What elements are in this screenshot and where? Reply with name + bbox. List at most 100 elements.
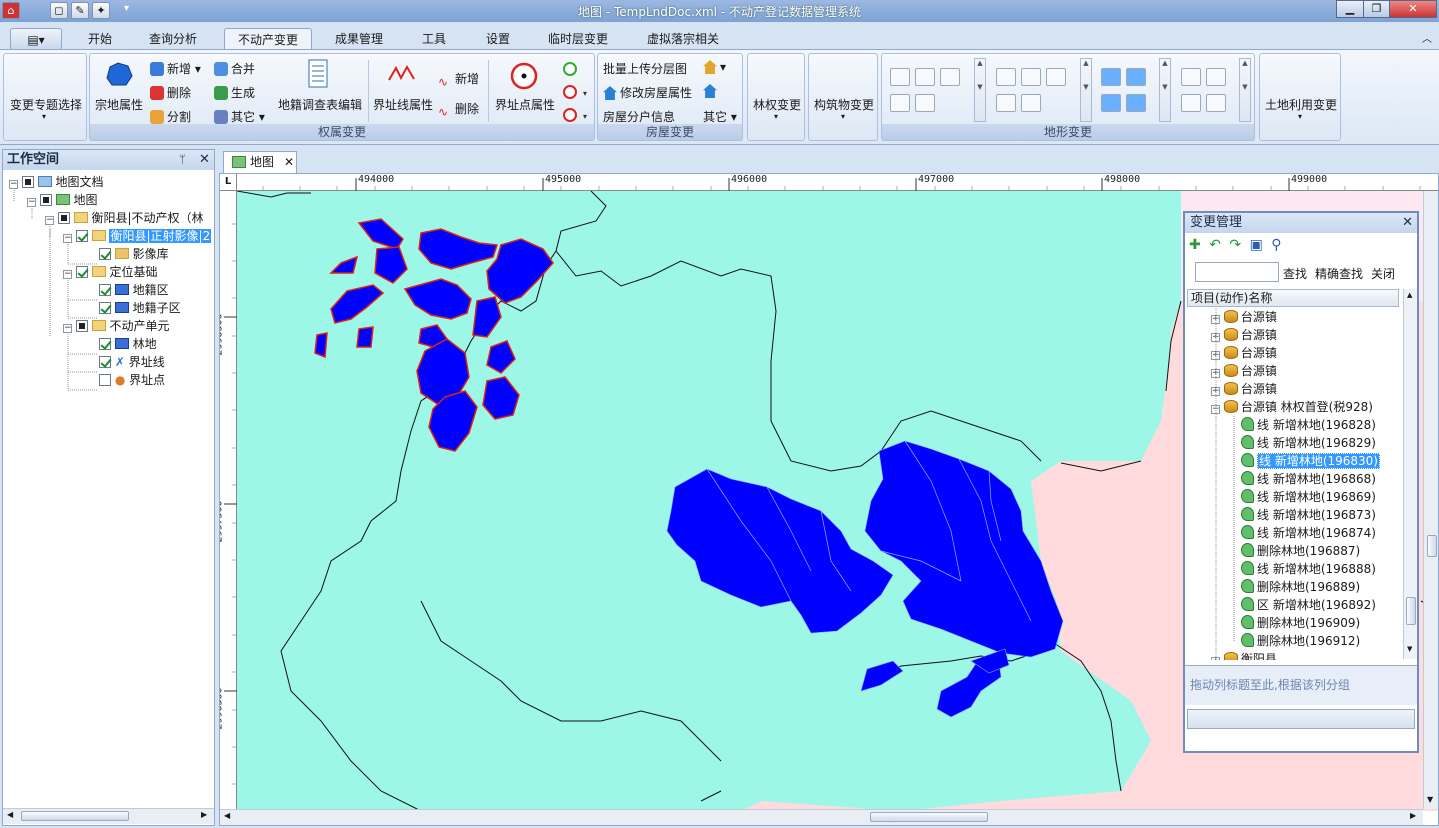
change-item[interactable]: 线 新增林地(196869) bbox=[1241, 488, 1376, 506]
tab-map[interactable]: 地图 ✕ bbox=[223, 151, 297, 173]
map-hscroll[interactable]: ◀ ▶ bbox=[220, 809, 1423, 825]
tab-temp-layer[interactable]: 临时层变更 bbox=[540, 28, 616, 50]
search-button[interactable]: 查找 bbox=[1283, 265, 1307, 282]
change-item-selected[interactable]: 线 新增林地(196830) bbox=[1241, 452, 1380, 470]
terrain-scroll-2[interactable]: ▲ ▼ bbox=[1080, 58, 1092, 122]
close-search-button[interactable]: 关闭 bbox=[1371, 265, 1395, 282]
terrain-scroll-4[interactable]: ▲ ▼ bbox=[1239, 58, 1251, 122]
terrain-area-edit-icon[interactable] bbox=[1126, 68, 1146, 86]
change-item[interactable]: 删除林地(196887) bbox=[1241, 542, 1360, 560]
tab-results[interactable]: 成果管理 bbox=[326, 28, 392, 50]
batch-upload-button[interactable]: 批量上传分层图 bbox=[603, 60, 687, 77]
change-item[interactable]: 线 新增林地(196829) bbox=[1241, 434, 1376, 452]
generate-button[interactable]: 生成 bbox=[214, 84, 255, 101]
survey-edit-button[interactable]: 地籍调查表编辑 bbox=[276, 96, 364, 113]
terrain-point-move-icon[interactable] bbox=[890, 94, 910, 112]
terrain-scroll-1[interactable]: ▲ ▼ bbox=[974, 58, 986, 122]
add-change-icon[interactable]: ✚ bbox=[1189, 237, 1201, 253]
house-other-button[interactable]: 其它 ▾ bbox=[703, 108, 737, 125]
change-item[interactable]: 删除林地(196912) bbox=[1241, 632, 1360, 650]
scroll-thumb[interactable] bbox=[870, 812, 988, 822]
other-button[interactable]: 其它 ▾ bbox=[214, 108, 265, 125]
tab-query[interactable]: 查询分析 bbox=[140, 28, 206, 50]
workspace-hscroll[interactable]: ◀ ▶ bbox=[3, 808, 214, 824]
terrain-area-attr-icon[interactable] bbox=[1126, 94, 1146, 112]
tree-vscroll[interactable]: ▲ ▼ bbox=[1403, 289, 1417, 659]
terrain-text-move-icon[interactable] bbox=[1181, 94, 1201, 112]
change-topic-button[interactable]: 变更专题选择 bbox=[7, 96, 85, 113]
app-menu-button[interactable]: ▤▾ bbox=[10, 28, 62, 50]
terrain-text-add-icon[interactable] bbox=[1181, 68, 1201, 86]
scroll-thumb[interactable] bbox=[21, 811, 129, 821]
search-icon[interactable]: ⚲ bbox=[1271, 237, 1281, 253]
close-icon[interactable]: ✕ bbox=[284, 152, 294, 172]
change-item[interactable]: 线 新增林地(196873) bbox=[1241, 506, 1376, 524]
house-delete-button[interactable] bbox=[703, 84, 720, 98]
terrain-line-attr-icon[interactable] bbox=[1021, 94, 1041, 112]
tab-settings[interactable]: 设置 bbox=[476, 28, 520, 50]
terrain-point-add-icon[interactable] bbox=[890, 68, 910, 86]
forest-change-button[interactable]: 林权变更 bbox=[750, 96, 804, 113]
group-rights-title: 权属变更 bbox=[90, 124, 594, 140]
terrain-point-attr-icon[interactable] bbox=[915, 94, 935, 112]
terrain-point-edit-icon[interactable] bbox=[915, 68, 935, 86]
undo-icon[interactable]: ↶ bbox=[1209, 237, 1221, 253]
scroll-thumb[interactable] bbox=[1406, 597, 1416, 625]
terrain-line-edit-icon[interactable] bbox=[1021, 68, 1041, 86]
building-change-button[interactable]: 构筑物变更 bbox=[811, 96, 877, 113]
change-item[interactable]: 删除林地(196889) bbox=[1241, 578, 1360, 596]
terrain-line-add-icon[interactable] bbox=[996, 68, 1016, 86]
tab-virtual[interactable]: 虚拟落宗相关 bbox=[636, 28, 730, 50]
map-vscroll[interactable]: ▼ bbox=[1423, 191, 1438, 809]
terrain-scroll-3[interactable]: ▲ ▼ bbox=[1159, 58, 1171, 122]
change-item[interactable]: 线 新增林地(196888) bbox=[1241, 560, 1376, 578]
close-icon[interactable]: ✕ bbox=[1402, 213, 1413, 233]
minimize-button[interactable]: ▁ bbox=[1336, 0, 1364, 18]
group-by-area[interactable]: 拖动列标题至此,根据该列分组 bbox=[1185, 665, 1417, 705]
close-icon[interactable]: ✕ bbox=[199, 150, 210, 170]
terrain-text-edit-icon[interactable] bbox=[1206, 68, 1226, 86]
terrain-line-move-icon[interactable] bbox=[996, 94, 1016, 112]
modify-house-button[interactable]: 修改房屋属性 bbox=[603, 84, 692, 101]
point-tools-icon[interactable]: ▾▾ bbox=[561, 60, 595, 126]
maximize-button[interactable]: ❐ bbox=[1363, 0, 1390, 18]
line-add-button[interactable]: ∿ 新增 bbox=[438, 70, 479, 89]
add-button[interactable]: 新增 ▾ bbox=[150, 60, 201, 77]
change-item[interactable]: 线 新增林地(196868) bbox=[1241, 470, 1376, 488]
change-item[interactable]: 线 新增林地(196828) bbox=[1241, 416, 1376, 434]
house-add-icon bbox=[703, 60, 717, 74]
delete-button[interactable]: 删除 bbox=[150, 84, 191, 101]
exact-search-button[interactable]: 精确查找 bbox=[1315, 265, 1363, 282]
tab-property-change[interactable]: 不动产变更 bbox=[224, 28, 312, 50]
scroll-thumb[interactable] bbox=[1427, 535, 1437, 557]
change-item[interactable]: 删除林地(196909) bbox=[1241, 614, 1360, 632]
terrain-line-delete-icon[interactable] bbox=[1046, 68, 1066, 86]
tab-start[interactable]: 开始 bbox=[78, 28, 122, 50]
change-item[interactable]: 区 新增林地(196892) bbox=[1241, 596, 1376, 614]
land-use-change-button[interactable]: 土地利用变更 bbox=[1262, 96, 1340, 113]
collapse-ribbon-icon[interactable]: ︿ bbox=[1422, 30, 1432, 45]
merge-button[interactable]: 合并 bbox=[214, 60, 255, 77]
terrain-area-add-icon[interactable] bbox=[1101, 68, 1121, 86]
group-forest: 林权变更 ▾ bbox=[747, 53, 805, 141]
boundary-line-attr-button[interactable]: 界址线属性 bbox=[370, 96, 436, 113]
house-info-button[interactable]: 房屋分户信息 bbox=[603, 108, 675, 125]
terrain-text-delete-icon[interactable] bbox=[1206, 94, 1226, 112]
house-add-button[interactable]: ▾ bbox=[703, 60, 726, 74]
terrain-point-delete-icon[interactable] bbox=[940, 68, 960, 86]
close-button[interactable]: ✕ bbox=[1389, 0, 1437, 18]
save-icon[interactable]: ▣ bbox=[1250, 237, 1263, 253]
pin-icon[interactable]: ᛘ bbox=[179, 150, 186, 170]
parcel-icon bbox=[106, 62, 133, 86]
search-input[interactable] bbox=[1195, 262, 1279, 282]
line-delete-button[interactable]: ∿ 删除 bbox=[438, 100, 479, 119]
change-item[interactable]: 线 新增林地(196874) bbox=[1241, 524, 1376, 542]
redo-icon[interactable]: ↷ bbox=[1229, 237, 1241, 253]
terrain-area-delete-icon[interactable] bbox=[1101, 94, 1121, 112]
column-header[interactable]: 项目(动作)名称 bbox=[1187, 289, 1399, 307]
zongdi-attr-button[interactable]: 宗地属性 bbox=[93, 96, 145, 113]
split-button[interactable]: 分割 bbox=[150, 108, 191, 125]
tab-tools[interactable]: 工具 bbox=[412, 28, 456, 50]
ruler-corner[interactable]: L bbox=[220, 174, 237, 191]
boundary-point-attr-button[interactable]: 界址点属性 bbox=[490, 96, 560, 113]
